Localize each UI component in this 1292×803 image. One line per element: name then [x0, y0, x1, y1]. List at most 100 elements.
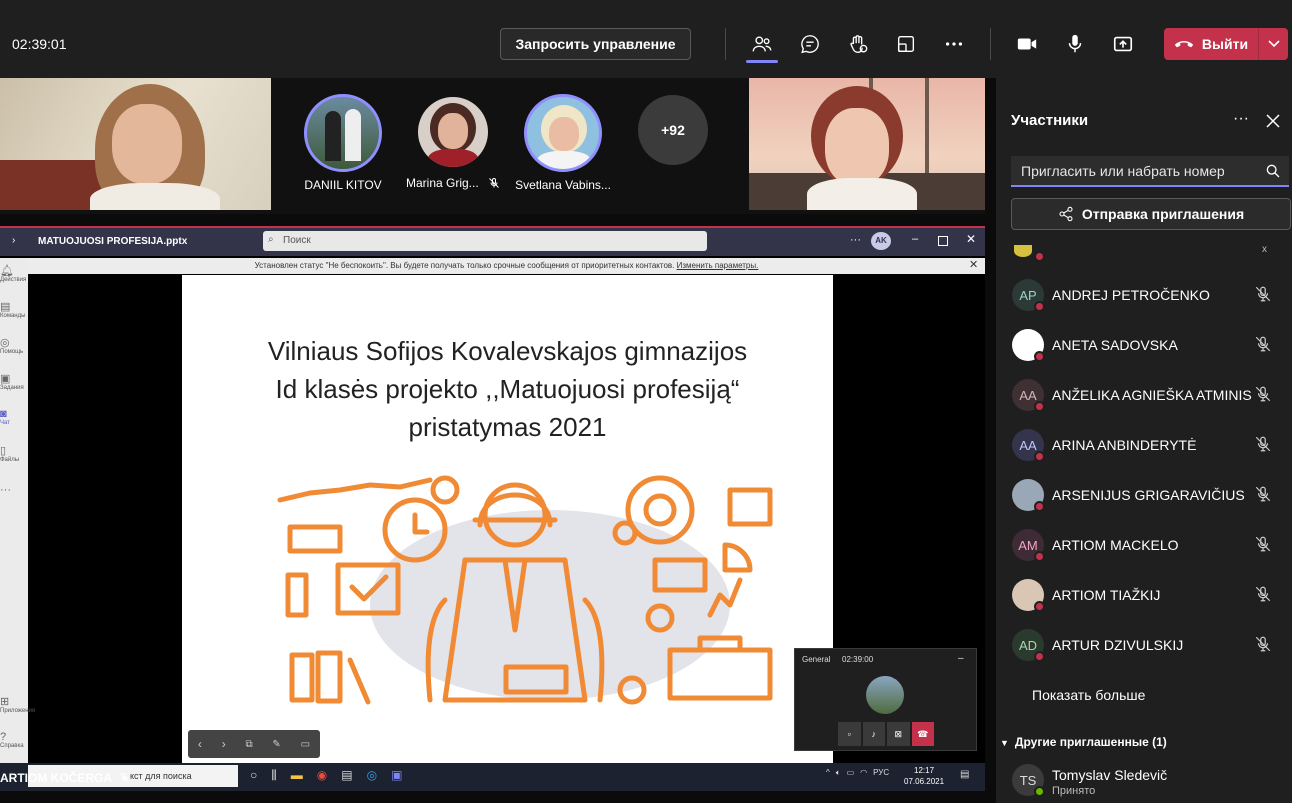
task-view-icon: ○	[250, 768, 258, 782]
status-badge	[1034, 351, 1045, 362]
participant-name: Marina Grig...	[403, 176, 503, 190]
video-person-shirt	[90, 183, 220, 210]
maximize-icon	[938, 236, 948, 246]
status-badge	[1034, 651, 1045, 662]
strip-participant-1[interactable]: DANIIL KITOV	[293, 94, 393, 192]
status-badge	[1034, 301, 1045, 312]
dnd-notice: Установлен статус "Не беспокоить". Вы бу…	[28, 258, 985, 274]
chrome-icon: ◉	[316, 768, 328, 782]
user-avatar: AK	[871, 232, 891, 250]
notifications-icon: ▤	[960, 769, 970, 780]
rail-item-teams: ▤ Команды	[0, 301, 26, 319]
reactions-button[interactable]	[841, 28, 875, 60]
slide-illustration	[277, 475, 773, 705]
close-icon	[1266, 114, 1280, 128]
slides-grid-icon: ⧉	[245, 738, 253, 750]
rail-item-help: ◎ Помощь	[0, 337, 24, 355]
share-content-button[interactable]	[1106, 28, 1140, 60]
participant-name: ARTUR DZIVULSKIJ	[1052, 637, 1184, 653]
other-invited-header[interactable]: ▼ Другие приглашенные (1)	[1000, 735, 1167, 749]
camera-icon	[1017, 38, 1037, 50]
invite-search-input[interactable]	[1011, 156, 1289, 187]
more-icon: ···	[850, 234, 861, 246]
camera-button[interactable]	[1010, 28, 1044, 60]
panel-more-button[interactable]: ···	[1233, 110, 1249, 128]
participant-avatar	[418, 97, 488, 167]
system-tray: ^ 🔈︎ ▭ ◠ РУС	[826, 768, 890, 777]
participant-row[interactable]: ANETA SADOVSKA	[996, 320, 1292, 370]
toolbar-divider	[725, 28, 726, 60]
app-icon: ▤	[341, 768, 353, 782]
slide-navigation-toolbar: ‹ › ⧉ ✎ ▭	[188, 730, 320, 758]
video-tile-speaker-2[interactable]	[749, 78, 985, 210]
minimize-icon: –	[958, 653, 964, 664]
panel-title: Участники	[1011, 112, 1089, 129]
mini-call-avatar	[866, 676, 904, 714]
leave-options-button[interactable]	[1258, 28, 1288, 60]
participant-name: ARTIOM MACKELO	[1052, 537, 1179, 553]
participant-name: ARINA ANBINDERYTĖ	[1052, 437, 1197, 453]
muted-mic-icon	[1254, 485, 1272, 505]
widgets-icon: ⫼	[271, 768, 277, 782]
participant-name: ANDREJ PETROČENKO	[1052, 287, 1210, 303]
participant-row[interactable]: AM ARTIOM MACKELO	[996, 520, 1292, 570]
status-badge	[1034, 401, 1045, 412]
rail-item-files: ▯ Файлы	[0, 445, 20, 463]
request-control-button[interactable]: Запросить управление	[500, 28, 691, 60]
send-invite-button[interactable]: Отправка приглашения	[1011, 198, 1291, 230]
strip-participant-3[interactable]: Svetlana Vabins...	[513, 94, 613, 192]
muted-mic-icon: x	[1262, 244, 1267, 255]
teams-app-rail	[0, 258, 28, 763]
more-actions-button[interactable]	[937, 28, 971, 60]
presenter-name: ARTIOM KOČERGA	[0, 771, 130, 785]
breakout-rooms-button[interactable]	[889, 28, 923, 60]
participants-button[interactable]	[745, 28, 779, 60]
pen-icon: ✎	[272, 738, 281, 750]
shared-search-box: Поиск	[263, 231, 707, 251]
status-badge	[1034, 786, 1045, 797]
participant-row[interactable]: AA ANŽELIKA AGNIEŠKA ATMINIS	[996, 370, 1292, 420]
muted-mic-icon	[119, 772, 129, 782]
participant-row[interactable]: ARTIOM TIAŽKIJ	[996, 570, 1292, 620]
microphone-icon	[1068, 34, 1082, 53]
participant-name: ANŽELIKA AGNIEŠKA ATMINIS	[1052, 387, 1252, 403]
participant-row[interactable]: AD ARTUR DZIVULSKIJ	[996, 620, 1292, 670]
shared-window-title: MATUOJUOSI PROFESIJA.pptx	[38, 236, 188, 247]
status-badge	[1034, 551, 1045, 562]
video-person-face	[112, 104, 182, 184]
file-explorer-icon: ▬	[290, 768, 303, 782]
mini-call-channel: General	[802, 655, 831, 664]
mini-call-controls: ▫ ♪ ⊠ ☎	[838, 722, 934, 746]
chevron-down-icon: ▼	[1000, 738, 1009, 748]
show-more-button[interactable]: Показать больше	[1032, 687, 1145, 703]
battery-icon: ▭	[846, 768, 855, 777]
meeting-timer: 02:39:01	[12, 36, 67, 52]
people-icon	[752, 36, 772, 52]
more-participants-button[interactable]: +92	[638, 95, 708, 165]
rail-item-assignments: ▣ Задания	[0, 373, 24, 391]
network-icon: ◠	[860, 768, 868, 777]
hang-up-icon: ☎	[911, 722, 934, 746]
chat-button[interactable]	[793, 28, 827, 60]
panel-close-button[interactable]	[1266, 114, 1280, 133]
strip-participant-2[interactable]: Marina Grig...	[403, 94, 503, 190]
more-icon: ···	[0, 484, 11, 496]
share-tray-icon	[1113, 36, 1133, 52]
participant-row[interactable]: ARSENIJUS GRIGARAVIČIUS	[996, 470, 1292, 520]
minimize-icon: –	[912, 233, 919, 245]
rail-item-chat: ◙ Чат	[0, 408, 10, 426]
leave-button[interactable]: Выйти	[1164, 28, 1258, 60]
muted-mic-icon	[1254, 285, 1272, 305]
leave-label: Выйти	[1201, 36, 1249, 52]
microphone-button[interactable]	[1058, 28, 1092, 60]
muted-mic-icon	[1254, 635, 1272, 655]
participant-row[interactable]: AA ARINA ANBINDERYTĖ	[996, 420, 1292, 470]
participant-avatar	[524, 94, 602, 172]
participant-row[interactable]: AP ANDREJ PETROČENKO	[996, 270, 1292, 320]
video-tile-speaker-1[interactable]	[0, 78, 271, 210]
mini-call-time: 02:39:00	[842, 655, 874, 664]
slide-title: Vilniaus Sofijos Kovalevskajos gimnazijo…	[267, 336, 748, 442]
raise-hand-icon	[850, 35, 868, 53]
status-badge	[1034, 251, 1045, 262]
invited-participant-name[interactable]: Tomyslav Sledevič	[1052, 767, 1167, 783]
